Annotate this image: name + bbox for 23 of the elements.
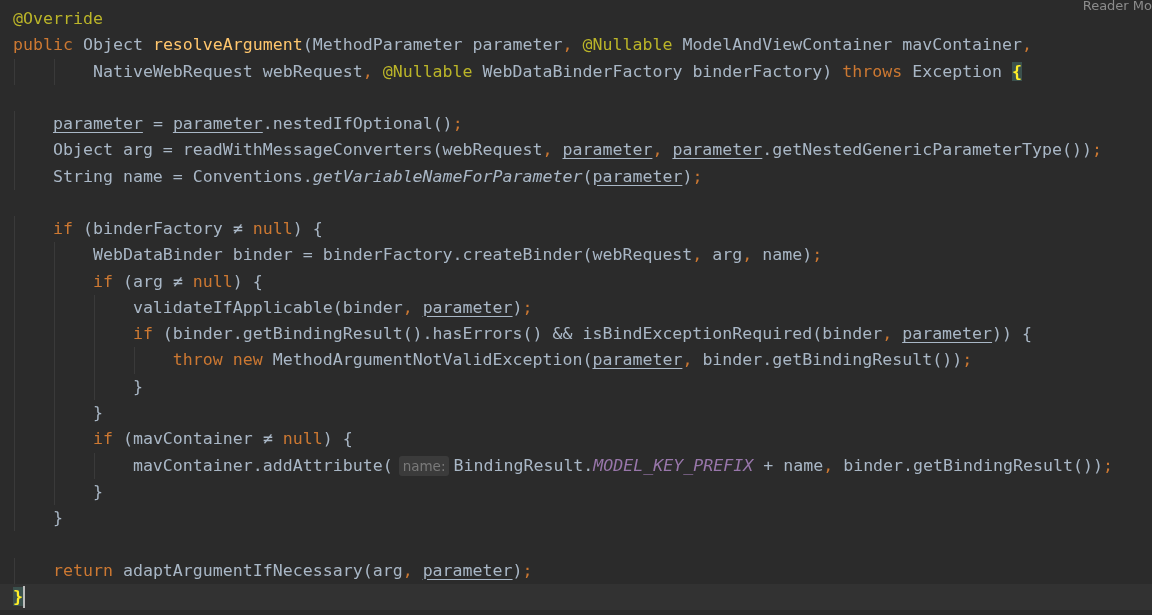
code-line: parameter = parameter.nestedIfOptional(); [51, 113, 463, 136]
code-line: } [131, 375, 143, 398]
reader-mode-label[interactable]: Reader Mo [1082, 0, 1152, 13]
code-line: validateIfApplicable(binder, parameter); [131, 296, 533, 319]
code-line: mavContainer.addAttribute( [131, 454, 393, 477]
parameter-hint: name: [398, 455, 450, 476]
code-line: if (arg ≠ null) { [91, 270, 263, 293]
code-line: if (binderFactory ≠ null) { [51, 218, 323, 241]
code-line: WebDataBinder binder = binderFactory.createBinder(webRequest, arg, name); [91, 244, 823, 267]
code-line: return adaptArgumentIfNecessary(arg, parameter); [51, 559, 533, 582]
code-line: public Object resolveArgument(MethodParameter parameter, @Nullable ModelAndViewContainer mavContainer, [13, 34, 1033, 57]
code-line: @Override [13, 8, 103, 30]
code-line: throw new MethodArgumentNotValidException(parameter, binder.getBindingResult()); [171, 349, 973, 372]
code-line: String name = Conventions.getVariableNameForParameter(parameter); [51, 165, 703, 188]
code-line: } [91, 480, 103, 503]
code-line: BindingResult.MODEL_KEY_PREFIX + name, binder.getBindingResult()); [453, 454, 1113, 477]
code-line: Object arg = readWithMessageConverters(webRequest, parameter, parameter.getNestedGenericParameterType()); [51, 139, 1102, 162]
text-cursor [23, 585, 25, 608]
code-line: if (mavContainer ≠ null) { [91, 428, 353, 451]
code-line: } [91, 402, 103, 424]
code-line: NativeWebRequest webRequest, @Nullable WebDataBinderFactory binderFactory) throws Exception { [91, 60, 1023, 83]
code-line: } [51, 507, 63, 530]
code-line: if (binder.getBindingResult().hasErrors() && isBindExceptionRequired(binder, parameter)) { [131, 323, 1033, 346]
